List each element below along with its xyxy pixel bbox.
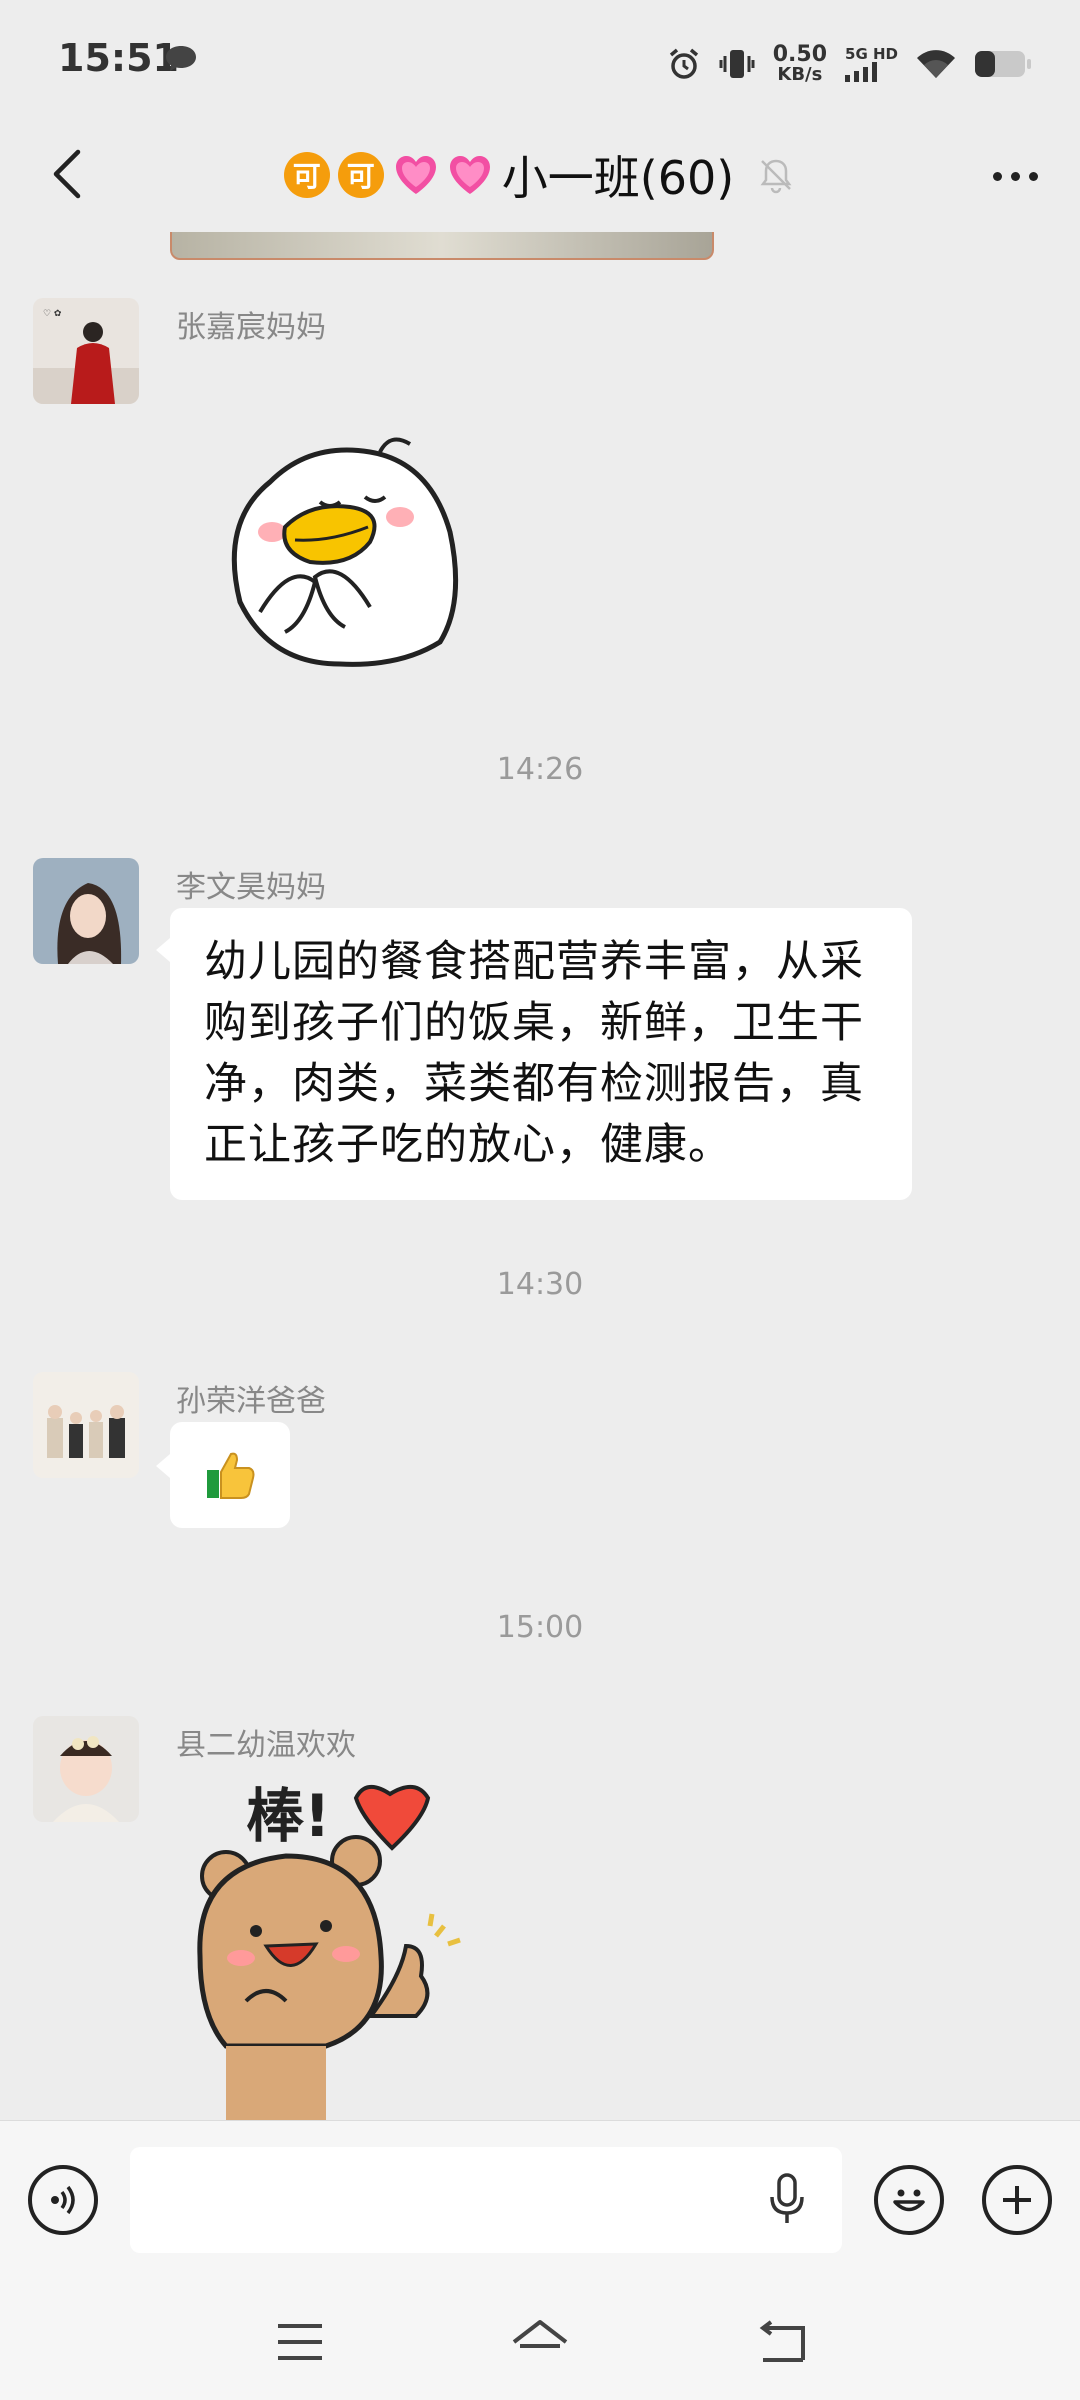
message-notification-icon — [166, 46, 196, 71]
avatar-image — [33, 1372, 139, 1478]
sender-name: 李文昊妈妈 — [176, 870, 326, 905]
emoji-icon — [893, 2189, 925, 2212]
plus-icon — [1003, 2186, 1031, 2214]
back-nav-button[interactable] — [750, 2314, 814, 2370]
return-icon — [759, 2320, 805, 2362]
net-speed-value: 0.50 — [772, 42, 828, 67]
avatar[interactable] — [33, 858, 139, 964]
chat-header: 可 可 小一班(60) — [0, 120, 1080, 232]
sender-name: 张嘉宸妈妈 — [176, 310, 326, 345]
battery-icon — [975, 51, 1031, 77]
wifi-icon — [917, 50, 955, 78]
timestamp: 14:26 — [496, 752, 584, 787]
message-bubble[interactable]: 幼儿园的餐食搭配营养丰富，从采购到孩子们的饭桌，新鲜，卫生干净，肉类，菜类都有检… — [156, 908, 912, 1200]
status-bar: 15:51 0.50 KB/s 5G HD — [0, 0, 1080, 120]
cellular-signal: 5G HD — [845, 46, 898, 82]
net-speed: 0.50 KB/s — [773, 44, 827, 84]
menu-icon — [278, 2324, 322, 2360]
sender-name: 县二幼温欢欢 — [176, 1728, 356, 1763]
avatar[interactable] — [33, 1372, 139, 1478]
signal-bars-icon — [845, 62, 878, 82]
message-input-bar — [0, 2120, 1080, 2281]
voice-mode-icon — [51, 2185, 75, 2215]
chat-title: 小一班(60) — [501, 151, 735, 205]
timestamp: 15:00 — [496, 1610, 584, 1645]
thumbs-up-icon — [207, 1452, 255, 1499]
net-speed-unit: KB/s — [777, 64, 823, 85]
emoji-ke-2: 可 — [337, 152, 384, 198]
chat-message-list[interactable]: ♡ ✿ 张嘉宸妈妈 14:26 李文昊妈妈 幼儿园的餐食搭配营养丰富，从采购到孩… — [0, 232, 1080, 2120]
avatar-image — [33, 1716, 139, 1822]
status-time: 15:51 — [58, 36, 179, 80]
emoji-ke-1: 可 — [283, 152, 330, 198]
timestamp: 14:30 — [496, 1267, 584, 1302]
previous-image-message[interactable] — [170, 232, 714, 260]
home-nav-button[interactable] — [508, 2314, 572, 2370]
sparkling-heart-icon — [449, 156, 490, 194]
sticker-text: 棒! — [246, 1782, 330, 1850]
voice-mode-button[interactable] — [28, 2165, 98, 2235]
alarm-icon — [669, 48, 698, 79]
plus-button[interactable] — [982, 2165, 1052, 2235]
vibrate-icon — [719, 50, 755, 78]
mic-icon[interactable] — [768, 2173, 806, 2227]
chat-title-group[interactable]: 可 可 小一班(60) — [0, 142, 1080, 208]
status-icons: 0.50 KB/s 5G HD — [667, 36, 1032, 92]
sender-name: 孙荣洋爸爸 — [176, 1384, 326, 1419]
menu-nav-button[interactable] — [268, 2314, 332, 2370]
svg-text:♡ ✿: ♡ ✿ — [43, 309, 62, 319]
home-icon — [512, 2320, 568, 2348]
system-navigation-bar — [0, 2280, 1080, 2400]
mute-bell-icon — [760, 159, 792, 194]
message-input[interactable] — [130, 2147, 842, 2253]
emoji-button[interactable] — [874, 2165, 944, 2235]
avatar[interactable] — [33, 1716, 139, 1822]
avatar[interactable]: ♡ ✿ — [33, 298, 139, 404]
sparkling-heart-icon — [395, 156, 436, 194]
signal-label: 5G HD — [845, 45, 898, 63]
avatar-image: ♡ ✿ — [33, 298, 139, 404]
duck-clapping-sticker[interactable] — [200, 402, 480, 672]
avatar-image — [33, 858, 139, 964]
message-bubble[interactable] — [156, 1422, 290, 1528]
bear-great-sticker[interactable]: 棒! — [186, 1766, 506, 2120]
more-options-icon[interactable] — [980, 146, 1050, 206]
